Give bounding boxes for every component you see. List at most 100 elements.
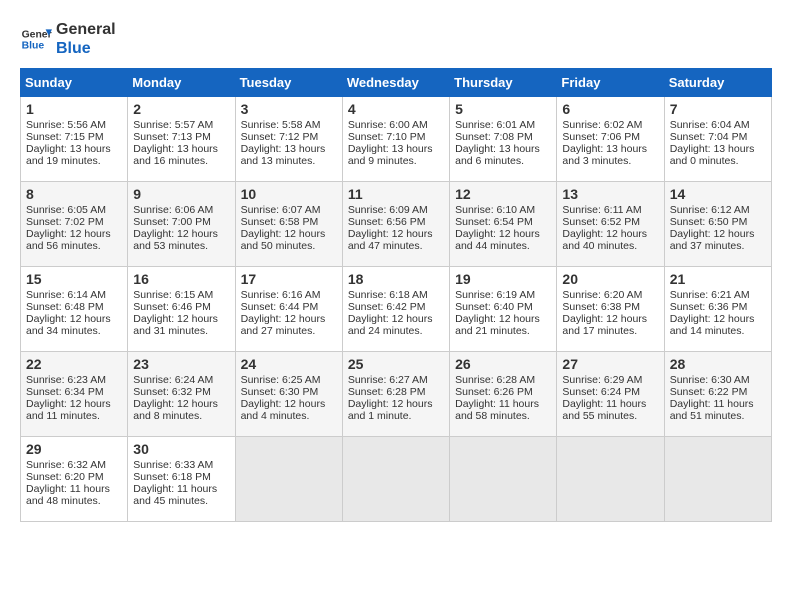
day-cell: 16Sunrise: 6:15 AMSunset: 6:46 PMDayligh… xyxy=(128,267,235,352)
day-number: 1 xyxy=(26,101,122,117)
day-info: Sunset: 7:13 PM xyxy=(133,131,229,143)
day-info: Sunrise: 6:14 AM xyxy=(26,289,122,301)
day-info: Sunset: 6:22 PM xyxy=(670,386,766,398)
day-number: 24 xyxy=(241,356,337,372)
day-cell: 28 Sunrise: 6:30 AMSunset: 6:22 PMDayligh… xyxy=(664,352,771,437)
day-info: Sunset: 6:18 PM xyxy=(133,471,229,483)
day-number: 5 xyxy=(455,101,551,117)
day-info: Sunrise: 6:25 AM xyxy=(241,374,337,386)
day-info: Daylight: 12 hours and 27 minutes. xyxy=(241,313,337,337)
day-info: Daylight: 13 hours and 6 minutes. xyxy=(455,143,551,167)
day-info: Sunrise: 6:30 AM xyxy=(670,374,766,386)
day-cell: 1 Sunrise: 5:56 AMSunset: 7:15 PMDaylight… xyxy=(21,97,128,182)
day-info: Daylight: 12 hours and 11 minutes. xyxy=(26,398,122,422)
day-info: Daylight: 13 hours and 19 minutes. xyxy=(26,143,122,167)
day-info: Sunset: 6:24 PM xyxy=(562,386,658,398)
col-header-tuesday: Tuesday xyxy=(235,69,342,97)
day-info: Daylight: 12 hours and 31 minutes. xyxy=(133,313,229,337)
day-cell: 22Sunrise: 6:23 AMSunset: 6:34 PMDayligh… xyxy=(21,352,128,437)
day-info: Daylight: 12 hours and 50 minutes. xyxy=(241,228,337,252)
day-info: Sunrise: 6:28 AM xyxy=(455,374,551,386)
day-number: 28 xyxy=(670,356,766,372)
day-cell: 18Sunrise: 6:18 AMSunset: 6:42 PMDayligh… xyxy=(342,267,449,352)
day-info: Daylight: 11 hours and 45 minutes. xyxy=(133,483,229,507)
day-cell: 13Sunrise: 6:11 AMSunset: 6:52 PMDayligh… xyxy=(557,182,664,267)
day-info: Daylight: 13 hours and 13 minutes. xyxy=(241,143,337,167)
day-info: Daylight: 11 hours and 48 minutes. xyxy=(26,483,122,507)
week-row-3: 15Sunrise: 6:14 AMSunset: 6:48 PMDayligh… xyxy=(21,267,772,352)
day-info: Sunrise: 6:24 AM xyxy=(133,374,229,386)
day-number: 4 xyxy=(348,101,444,117)
day-info: Sunset: 6:58 PM xyxy=(241,216,337,228)
day-cell: 11 Sunrise: 6:09 AMSunset: 6:56 PMDayligh… xyxy=(342,182,449,267)
col-header-friday: Friday xyxy=(557,69,664,97)
day-info: Sunrise: 6:18 AM xyxy=(348,289,444,301)
day-info: Sunrise: 6:11 AM xyxy=(562,204,658,216)
day-info: Sunrise: 6:29 AM xyxy=(562,374,658,386)
day-cell xyxy=(450,437,557,522)
day-cell xyxy=(235,437,342,522)
day-info: Daylight: 12 hours and 8 minutes. xyxy=(133,398,229,422)
day-number: 30 xyxy=(133,441,229,457)
day-cell: 5Sunrise: 6:01 AMSunset: 7:08 PMDaylight… xyxy=(450,97,557,182)
day-info: Sunrise: 6:15 AM xyxy=(133,289,229,301)
col-header-sunday: Sunday xyxy=(21,69,128,97)
day-number: 9 xyxy=(133,186,229,202)
day-info: Sunrise: 6:20 AM xyxy=(562,289,658,301)
day-info: Sunrise: 6:02 AM xyxy=(562,119,658,131)
day-info: Daylight: 12 hours and 4 minutes. xyxy=(241,398,337,422)
day-info: Sunset: 6:26 PM xyxy=(455,386,551,398)
day-info: Daylight: 11 hours and 51 minutes. xyxy=(670,398,766,422)
day-number: 26 xyxy=(455,356,551,372)
day-info: Sunrise: 5:56 AM xyxy=(26,119,122,131)
day-number: 22 xyxy=(26,356,122,372)
day-info: Sunrise: 6:07 AM xyxy=(241,204,337,216)
day-info: Sunset: 7:10 PM xyxy=(348,131,444,143)
day-cell: 23Sunrise: 6:24 AMSunset: 6:32 PMDayligh… xyxy=(128,352,235,437)
day-cell: 25Sunrise: 6:27 AMSunset: 6:28 PMDayligh… xyxy=(342,352,449,437)
day-cell: 10Sunrise: 6:07 AMSunset: 6:58 PMDayligh… xyxy=(235,182,342,267)
day-number: 21 xyxy=(670,271,766,287)
day-info: Daylight: 13 hours and 9 minutes. xyxy=(348,143,444,167)
day-info: Daylight: 12 hours and 21 minutes. xyxy=(455,313,551,337)
day-cell xyxy=(342,437,449,522)
day-cell xyxy=(664,437,771,522)
day-info: Sunrise: 6:01 AM xyxy=(455,119,551,131)
day-info: Daylight: 12 hours and 14 minutes. xyxy=(670,313,766,337)
day-cell: 29Sunrise: 6:32 AMSunset: 6:20 PMDayligh… xyxy=(21,437,128,522)
day-info: Sunset: 6:56 PM xyxy=(348,216,444,228)
day-cell: 7Sunrise: 6:04 AMSunset: 7:04 PMDaylight… xyxy=(664,97,771,182)
day-number: 8 xyxy=(26,186,122,202)
day-info: Daylight: 13 hours and 16 minutes. xyxy=(133,143,229,167)
day-info: Daylight: 12 hours and 17 minutes. xyxy=(562,313,658,337)
day-info: Daylight: 13 hours and 0 minutes. xyxy=(670,143,766,167)
col-header-saturday: Saturday xyxy=(664,69,771,97)
day-cell: 30Sunrise: 6:33 AMSunset: 6:18 PMDayligh… xyxy=(128,437,235,522)
header-row: SundayMondayTuesdayWednesdayThursdayFrid… xyxy=(21,69,772,97)
day-number: 27 xyxy=(562,356,658,372)
day-info: Daylight: 12 hours and 1 minute. xyxy=(348,398,444,422)
day-info: Sunset: 6:36 PM xyxy=(670,301,766,313)
calendar-table: SundayMondayTuesdayWednesdayThursdayFrid… xyxy=(20,68,772,522)
day-info: Sunset: 6:20 PM xyxy=(26,471,122,483)
day-info: Sunrise: 6:09 AM xyxy=(348,204,444,216)
day-number: 3 xyxy=(241,101,337,117)
day-number: 11 xyxy=(348,186,444,202)
day-info: Sunrise: 6:27 AM xyxy=(348,374,444,386)
day-info: Sunrise: 6:32 AM xyxy=(26,459,122,471)
day-info: Daylight: 12 hours and 37 minutes. xyxy=(670,228,766,252)
svg-text:Blue: Blue xyxy=(22,41,45,52)
day-cell: 17Sunrise: 6:16 AMSunset: 6:44 PMDayligh… xyxy=(235,267,342,352)
day-info: Sunset: 6:48 PM xyxy=(26,301,122,313)
day-info: Daylight: 12 hours and 24 minutes. xyxy=(348,313,444,337)
day-number: 16 xyxy=(133,271,229,287)
day-info: Daylight: 12 hours and 47 minutes. xyxy=(348,228,444,252)
day-info: Sunset: 6:38 PM xyxy=(562,301,658,313)
day-number: 19 xyxy=(455,271,551,287)
day-info: Sunset: 7:15 PM xyxy=(26,131,122,143)
day-cell: 12Sunrise: 6:10 AMSunset: 6:54 PMDayligh… xyxy=(450,182,557,267)
day-number: 2 xyxy=(133,101,229,117)
day-info: Sunset: 7:00 PM xyxy=(133,216,229,228)
day-cell: 6Sunrise: 6:02 AMSunset: 7:06 PMDaylight… xyxy=(557,97,664,182)
header: General Blue General Blue xyxy=(20,20,772,58)
